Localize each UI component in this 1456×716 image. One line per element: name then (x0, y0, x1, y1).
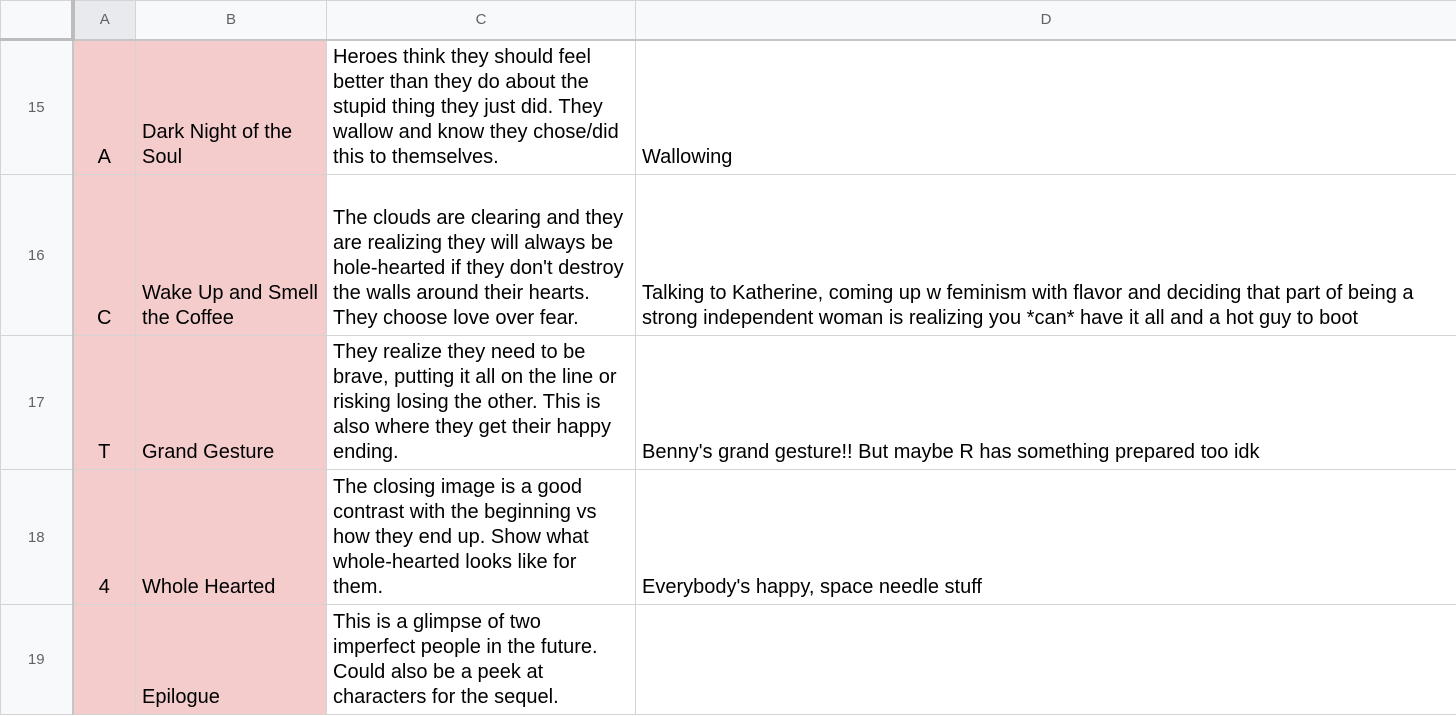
cell-d17[interactable]: Benny's grand gesture!! But maybe R has … (635, 335, 1456, 470)
cell-d19[interactable] (635, 604, 1456, 715)
column-header-row: A B C D (0, 0, 1456, 41)
cell-a16[interactable]: C (72, 174, 136, 336)
cell-c15[interactable]: Heroes think they should feel better tha… (326, 39, 636, 175)
cell-a19[interactable] (72, 604, 136, 715)
sheet-grid: A B C D 15 A Dark Night of the Soul Hero… (0, 0, 1456, 715)
table-row: 17 T Grand Gesture They realize they nee… (0, 335, 1456, 470)
table-row: 16 C Wake Up and Smell the Coffee The cl… (0, 174, 1456, 336)
cell-d16[interactable]: Talking to Katherine, coming up w femini… (635, 174, 1456, 336)
cell-c16[interactable]: The clouds are clearing and they are rea… (326, 174, 636, 336)
row-header-17[interactable]: 17 (0, 335, 74, 470)
cell-d18[interactable]: Everybody's happy, space needle stuff (635, 469, 1456, 605)
row-header-19[interactable]: 19 (0, 604, 74, 715)
cell-c18[interactable]: The closing image is a good contrast wit… (326, 469, 636, 605)
row-header-15[interactable]: 15 (0, 39, 74, 175)
column-header-c[interactable]: C (326, 0, 636, 41)
table-row: 15 A Dark Night of the Soul Heroes think… (0, 39, 1456, 175)
cell-b17[interactable]: Grand Gesture (135, 335, 327, 470)
cell-b16[interactable]: Wake Up and Smell the Coffee (135, 174, 327, 336)
row-header-16[interactable]: 16 (0, 174, 74, 336)
column-header-b[interactable]: B (135, 0, 327, 41)
cell-d15[interactable]: Wallowing (635, 39, 1456, 175)
table-row: 19 Epilogue This is a glimpse of two imp… (0, 604, 1456, 715)
cell-a18[interactable]: 4 (72, 469, 136, 605)
spreadsheet: A B C D 15 A Dark Night of the Soul Hero… (0, 0, 1456, 716)
cell-b19[interactable]: Epilogue (135, 604, 327, 715)
column-header-a[interactable]: A (72, 0, 136, 41)
row-header-18[interactable]: 18 (0, 469, 74, 605)
cell-c17[interactable]: They realize they need to be brave, putt… (326, 335, 636, 470)
cell-b15[interactable]: Dark Night of the Soul (135, 39, 327, 175)
cell-a15[interactable]: A (72, 39, 136, 175)
table-row: 18 4 Whole Hearted The closing image is … (0, 469, 1456, 605)
cell-a17[interactable]: T (72, 335, 136, 470)
cell-b18[interactable]: Whole Hearted (135, 469, 327, 605)
cell-c19[interactable]: This is a glimpse of two imperfect peopl… (326, 604, 636, 715)
select-all-corner[interactable] (0, 0, 75, 41)
column-header-d[interactable]: D (635, 0, 1456, 41)
